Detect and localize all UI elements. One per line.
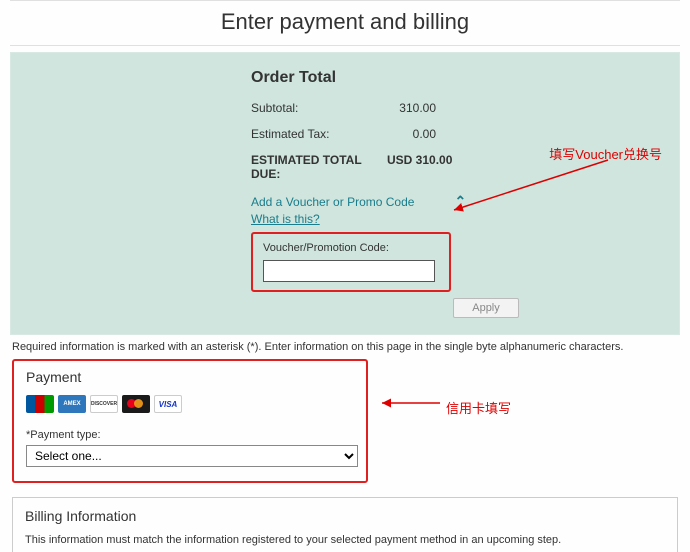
voucher-code-block: Voucher/Promotion Code: — [251, 232, 451, 292]
order-total-heading: Order Total — [251, 69, 631, 87]
amex-card-icon: AMEX — [58, 395, 86, 413]
add-voucher-link[interactable]: Add a Voucher or Promo Code — [251, 195, 414, 209]
voucher-code-input[interactable] — [263, 260, 435, 282]
tax-value: 0.00 — [381, 127, 436, 141]
card-logos-row: AMEX DISCOVER VISA — [26, 395, 354, 413]
visa-card-icon: VISA — [154, 395, 182, 413]
arrow-creditcard-icon — [378, 398, 448, 408]
tax-row: Estimated Tax: 0.00 — [251, 127, 631, 141]
annotation-creditcard-hint: 信用卡填写 — [446, 398, 511, 417]
discover-card-icon: DISCOVER — [90, 395, 118, 413]
mastercard-card-icon — [122, 395, 150, 413]
voucher-label: Voucher/Promotion Code: — [263, 242, 439, 254]
subtotal-value: 310.00 — [381, 101, 436, 115]
tax-label: Estimated Tax: — [251, 127, 381, 141]
apply-button[interactable]: Apply — [453, 298, 519, 318]
billing-heading: Billing Information — [25, 508, 665, 524]
billing-section: Billing Information This information mus… — [12, 497, 678, 552]
payment-heading: Payment — [26, 369, 354, 385]
jcb-card-icon — [26, 395, 54, 413]
total-label: ESTIMATED TOTAL DUE: — [251, 153, 381, 181]
payment-type-select[interactable]: Select one... — [26, 445, 358, 467]
payment-type-label: *Payment type: — [26, 429, 354, 441]
subtotal-row: Subtotal: 310.00 — [251, 101, 631, 115]
total-value: USD 310.00 — [387, 153, 452, 181]
arrow-voucher-icon — [448, 156, 618, 216]
billing-note: This information must match the informat… — [25, 534, 665, 546]
required-info-note: Required information is marked with an a… — [12, 341, 678, 353]
payment-section: Payment AMEX DISCOVER VISA *Payment type… — [12, 359, 368, 483]
page-title: Enter payment and billing — [10, 0, 680, 46]
subtotal-label: Subtotal: — [251, 101, 381, 115]
